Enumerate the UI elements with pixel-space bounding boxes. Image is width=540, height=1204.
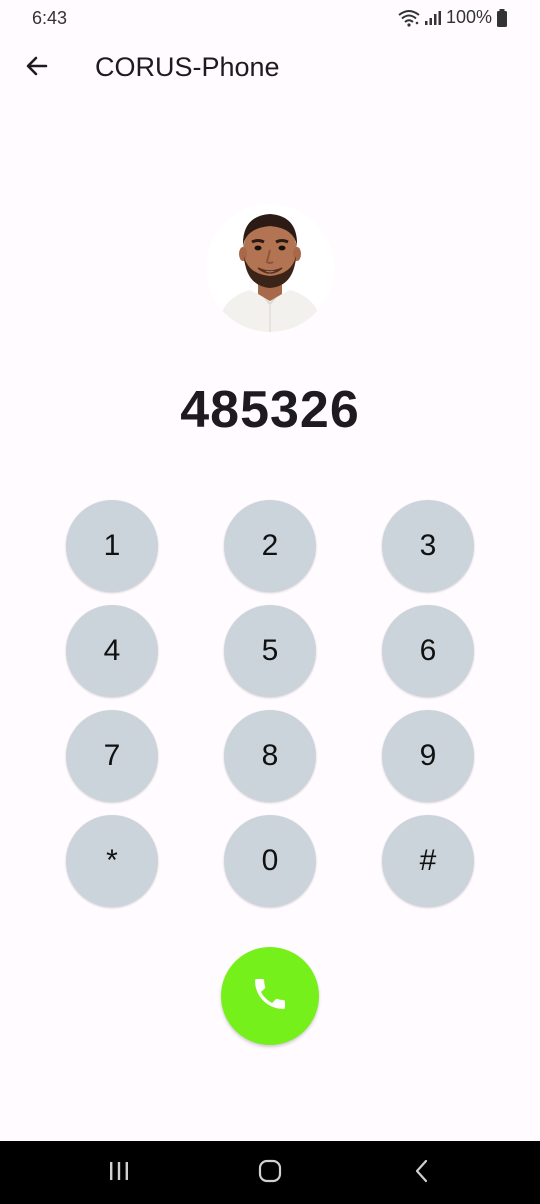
status-icons: 100%: [398, 7, 508, 28]
nav-bar: [0, 1141, 540, 1204]
avatar: [206, 204, 334, 332]
key-4[interactable]: 4: [66, 605, 158, 697]
recents-button[interactable]: [99, 1155, 139, 1191]
back-button[interactable]: [14, 45, 60, 91]
nav-back-button[interactable]: [402, 1155, 442, 1191]
nav-back-icon: [412, 1159, 432, 1188]
battery-icon: [496, 8, 508, 27]
call-button[interactable]: [221, 947, 319, 1045]
key-5[interactable]: 5: [224, 605, 316, 697]
phone-icon: [250, 974, 290, 1019]
key-8[interactable]: 8: [224, 710, 316, 802]
app-bar: CORUS-Phone: [0, 40, 540, 98]
home-icon: [258, 1159, 282, 1188]
key-hash[interactable]: #: [382, 815, 474, 907]
key-star[interactable]: *: [66, 815, 158, 907]
key-9[interactable]: 9: [382, 710, 474, 802]
key-3[interactable]: 3: [382, 500, 474, 592]
wifi-icon: [398, 9, 420, 27]
person-photo: [206, 204, 334, 332]
key-6[interactable]: 6: [382, 605, 474, 697]
app-title: CORUS-Phone: [95, 52, 280, 82]
home-button[interactable]: [250, 1155, 290, 1191]
key-2[interactable]: 2: [224, 500, 316, 592]
key-7[interactable]: 7: [66, 710, 158, 802]
dialed-number: 485326: [180, 381, 360, 439]
signal-icon: [424, 10, 442, 26]
recents-icon: [108, 1160, 130, 1187]
status-bar: 6:43 100%: [0, 0, 540, 36]
arrow-left-icon: [24, 53, 50, 84]
status-time: 6:43: [32, 8, 68, 28]
key-1[interactable]: 1: [66, 500, 158, 592]
keypad: 1 2 3 4 5 6 7 8 9 * 0 #: [66, 500, 474, 908]
battery-text: 100%: [445, 7, 492, 27]
key-0[interactable]: 0: [224, 815, 316, 907]
